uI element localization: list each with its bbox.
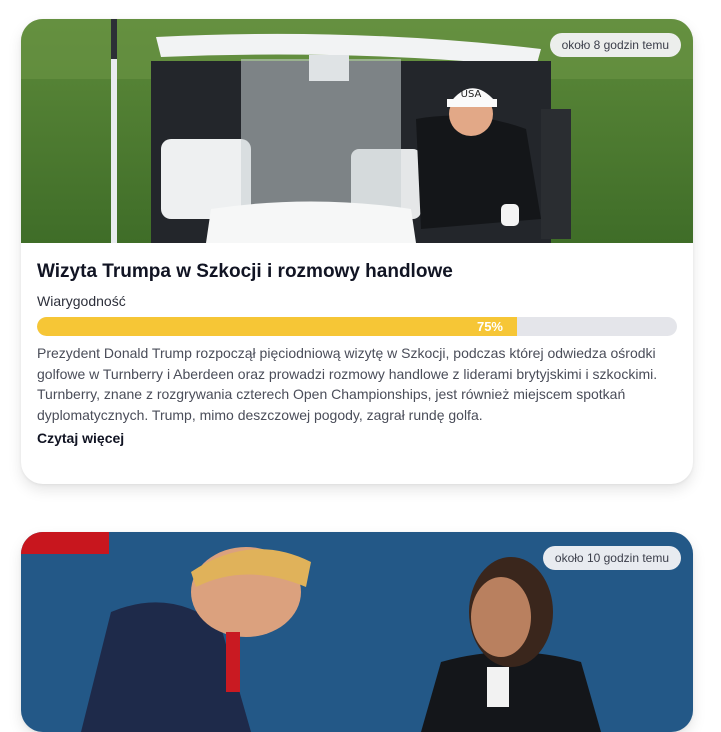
article-title[interactable]: Wizyta Trumpa w Szkocji i rozmowy handlo…: [37, 259, 677, 284]
article-image[interactable]: USA około 8 godzin temu: [21, 19, 693, 243]
credibility-bar: 75%: [37, 317, 677, 336]
time-badge: około 10 godzin temu: [542, 546, 681, 570]
article-description: Prezydent Donald Trump rozpoczął pięciod…: [37, 345, 658, 423]
article-image[interactable]: około 10 godzin temu: [21, 532, 693, 732]
article-card[interactable]: około 10 godzin temu: [21, 532, 693, 732]
credibility-label: Wiarygodność: [37, 293, 126, 309]
credibility-bar-fill: 75%: [37, 317, 517, 336]
credibility-percent: 75%: [476, 319, 503, 334]
cap-text: USA: [461, 89, 482, 100]
article-card[interactable]: USA około 8 godzin temu Wizyta Trumpa w …: [21, 19, 693, 484]
read-more-link[interactable]: Czytaj więcej: [37, 430, 124, 446]
time-badge: około 8 godzin temu: [549, 33, 681, 57]
